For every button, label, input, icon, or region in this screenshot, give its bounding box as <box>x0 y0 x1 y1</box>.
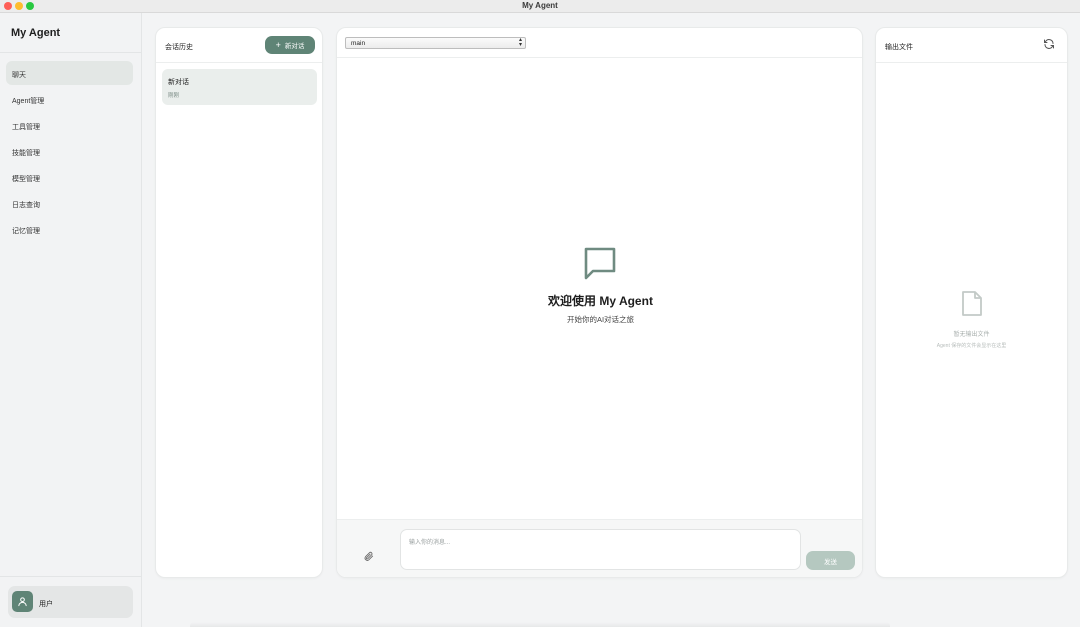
sidebar-nav: My Agent 聊天 Agent管理 工具管理 技能管理 模型管理 日志查询 … <box>0 13 142 627</box>
message-composer: 输入你的消息... 发送 <box>337 519 862 577</box>
sidebar-item-label: Agent管理 <box>12 98 45 105</box>
divider <box>156 62 322 63</box>
window-title: My Agent <box>522 1 558 10</box>
new-chat-label: 新对话 <box>284 43 305 50</box>
paperclip-icon[interactable] <box>363 551 374 562</box>
session-title: 新对话 <box>168 79 189 86</box>
divider <box>0 576 141 577</box>
divider <box>337 57 862 58</box>
empty-state-subtitle: Agent 保存的文件会显示在这里 <box>936 343 1007 349</box>
new-chat-button[interactable]: + 新对话 <box>265 36 315 54</box>
send-label: 发送 <box>824 558 837 566</box>
list-item[interactable]: 新对话 刚刚 <box>162 69 317 105</box>
sidebar-item-label: 日志查询 <box>12 202 40 209</box>
sidebar-item-label: 聊天 <box>12 72 26 79</box>
user-name: 用户 <box>39 601 53 608</box>
empty-state-title: 暂无输出文件 <box>953 332 990 338</box>
sidebar-item-chat[interactable]: 聊天 <box>6 61 133 85</box>
avatar <box>12 591 33 612</box>
divider <box>876 62 1067 63</box>
history-title: 会话历史 <box>165 44 193 51</box>
window-shadow <box>190 622 890 627</box>
sidebar-item-skills[interactable]: 技能管理 <box>6 139 133 163</box>
send-button[interactable]: 发送 <box>806 551 855 570</box>
session-time: 刚刚 <box>168 93 180 99</box>
output-title: 输出文件 <box>885 44 913 51</box>
user-icon <box>18 597 27 607</box>
model-select-value: main <box>351 40 366 47</box>
model-select[interactable]: main ▴ ▾ <box>345 37 526 49</box>
user-profile-button[interactable]: 用户 <box>8 586 133 618</box>
file-icon <box>962 291 982 316</box>
message-input[interactable]: 输入你的消息... <box>400 529 801 570</box>
sidebar-item-label: 模型管理 <box>12 176 40 183</box>
chat-panel: main ▴ ▾ 欢迎使用 My Agent 开始你的AI对话之旅 输入你的消息.… <box>336 27 863 578</box>
sidebar-item-label: 工具管理 <box>12 124 40 131</box>
welcome-subtitle: 开始你的AI对话之旅 <box>566 315 635 324</box>
sidebar-item-tools[interactable]: 工具管理 <box>6 113 133 137</box>
history-panel: 会话历史 + 新对话 新对话 刚刚 <box>155 27 323 578</box>
sidebar-item-logs[interactable]: 日志查询 <box>6 191 133 215</box>
welcome-title: 欢迎使用 My Agent <box>548 294 653 308</box>
sidebar-item-agents[interactable]: Agent管理 <box>6 87 133 111</box>
sidebar-item-label: 技能管理 <box>12 150 40 157</box>
output-panel: 输出文件 暂无输出文件 Agent 保存的文件会显示在这里 <box>875 27 1068 578</box>
divider <box>0 52 141 53</box>
app-brand: My Agent <box>11 27 61 39</box>
chevron-updown-icon: ▴ ▾ <box>518 37 522 48</box>
chat-bubble-icon <box>584 247 616 280</box>
sidebar-item-memory[interactable]: 记忆管理 <box>6 217 133 241</box>
plus-icon: + <box>275 39 281 50</box>
sidebar-item-label: 记忆管理 <box>12 228 40 235</box>
refresh-icon[interactable] <box>1043 38 1055 50</box>
sidebar-item-models[interactable]: 模型管理 <box>6 165 133 189</box>
window-titlebar: My Agent <box>0 0 1080 13</box>
